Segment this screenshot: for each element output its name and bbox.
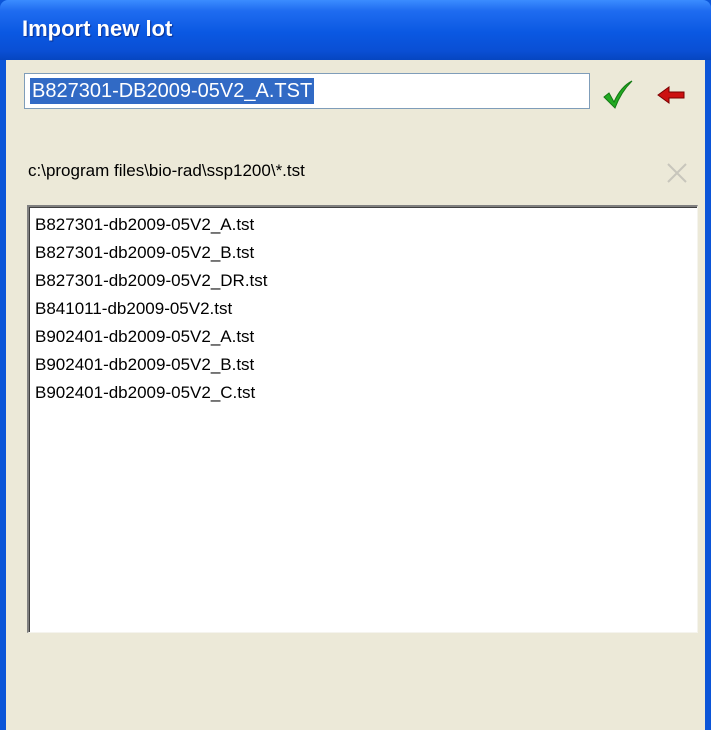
clear-button[interactable] xyxy=(663,159,691,187)
back-arrow-icon xyxy=(657,86,685,104)
folder-path-label: c:\program files\bio-rad\ssp1200\*.tst xyxy=(28,161,305,180)
lot-filename-input[interactable] xyxy=(24,73,590,109)
back-button[interactable] xyxy=(654,78,688,112)
file-list-item[interactable]: B841011-db2009-05V2.tst xyxy=(35,295,232,323)
dialog-body: B827301-DB2009-05V2_A.TST c:\program fil… xyxy=(6,60,705,730)
confirm-button[interactable] xyxy=(601,78,635,112)
import-lot-window: Import new lot B827301-DB2009-05V2_A.TST… xyxy=(0,0,711,730)
file-list-item[interactable]: B902401-db2009-05V2_C.tst xyxy=(35,379,255,407)
file-list-item[interactable]: B827301-db2009-05V2_A.tst xyxy=(35,211,254,239)
title-bar[interactable]: Import new lot xyxy=(0,0,711,60)
close-x-icon xyxy=(667,163,687,183)
file-list-item[interactable]: B902401-db2009-05V2_B.tst xyxy=(35,351,254,379)
file-listbox[interactable]: B827301-db2009-05V2_A.tst B827301-db2009… xyxy=(27,205,698,633)
file-list-item[interactable]: B827301-db2009-05V2_DR.tst xyxy=(35,267,268,295)
file-list-item[interactable]: B827301-db2009-05V2_B.tst xyxy=(35,239,254,267)
window-title: Import new lot xyxy=(22,16,173,41)
checkmark-icon xyxy=(603,80,633,109)
file-list-item[interactable]: B902401-db2009-05V2_A.tst xyxy=(35,323,254,351)
